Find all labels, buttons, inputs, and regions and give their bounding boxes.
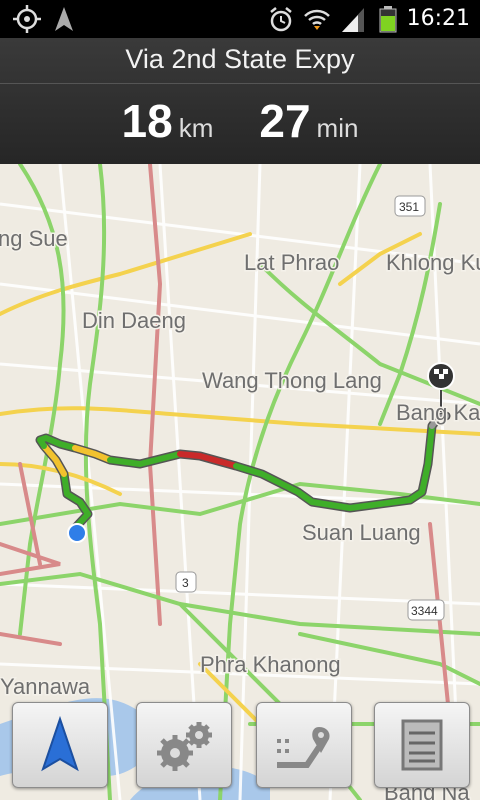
duration-value: 27 bbox=[259, 95, 311, 147]
route-summary-header: Via 2nd State Expy 18 km 27 min bbox=[0, 38, 480, 166]
route-directions-button[interactable] bbox=[256, 702, 352, 788]
status-time: 16:21 bbox=[406, 6, 470, 31]
list-icon bbox=[401, 719, 443, 771]
route-directions-icon bbox=[277, 727, 330, 768]
route-stats: 18 km 27 min bbox=[0, 94, 480, 148]
header-divider bbox=[0, 83, 480, 84]
svg-text:3: 3 bbox=[182, 576, 189, 590]
map-label: ng Sue bbox=[0, 226, 68, 251]
current-location-marker bbox=[67, 523, 87, 543]
map-label: Wang Thong Lang bbox=[202, 368, 382, 393]
directions-list-button[interactable] bbox=[374, 702, 470, 788]
road-shield: 351 bbox=[394, 195, 426, 217]
duration-unit: min bbox=[316, 113, 359, 143]
signal-icon bbox=[342, 8, 364, 32]
navigation-status-icon bbox=[55, 7, 73, 31]
map-label: Suan Luang bbox=[302, 520, 421, 545]
svg-text:351: 351 bbox=[399, 200, 419, 214]
map-label: Din Daeng bbox=[82, 308, 186, 333]
battery-icon bbox=[379, 6, 397, 33]
map-label: Yannawa bbox=[0, 674, 91, 699]
map-label: Khlong Ku bbox=[386, 250, 480, 275]
road-shield: 3344 bbox=[407, 599, 445, 621]
navigation-arrow-icon bbox=[41, 715, 79, 772]
status-bar: 16:21 bbox=[0, 0, 480, 38]
map-label: Bang Kap bbox=[396, 400, 480, 425]
map-label: Lat Phrao bbox=[244, 250, 339, 275]
settings-button[interactable] bbox=[136, 702, 232, 788]
settings-gears-icon bbox=[157, 722, 212, 771]
map-label: Phra Khanong bbox=[200, 652, 341, 677]
wifi-icon bbox=[304, 9, 330, 30]
alarm-icon bbox=[270, 7, 292, 32]
road-shield: 3 bbox=[175, 571, 197, 593]
gps-icon bbox=[13, 5, 41, 33]
distance-unit: km bbox=[178, 113, 214, 143]
start-navigation-button[interactable] bbox=[12, 702, 108, 788]
route-via-title: Via 2nd State Expy bbox=[125, 44, 355, 74]
distance-value: 18 bbox=[121, 95, 173, 147]
svg-text:3344: 3344 bbox=[411, 604, 438, 618]
